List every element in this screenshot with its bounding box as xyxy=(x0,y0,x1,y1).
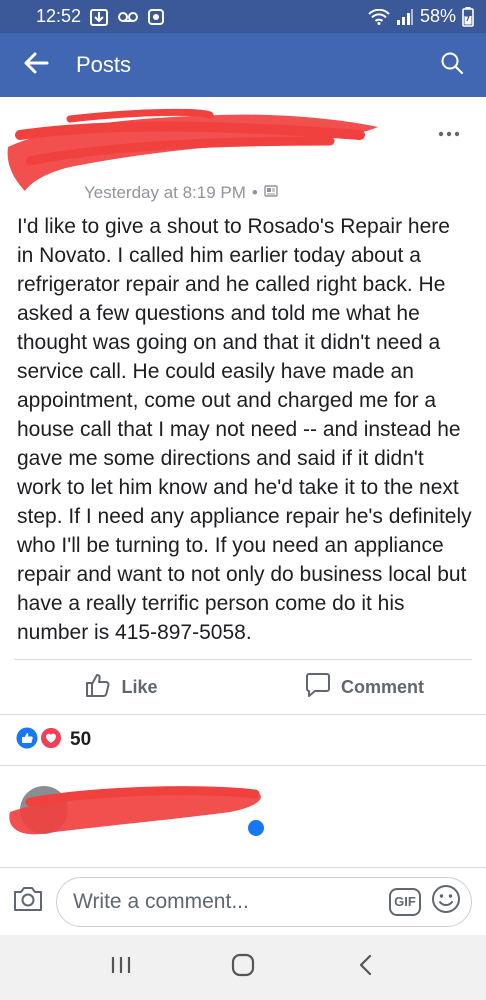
recents-button[interactable] xyxy=(91,943,151,993)
battery-icon xyxy=(462,6,474,27)
camera-button[interactable] xyxy=(0,885,56,918)
timestamp-separator: • xyxy=(251,183,258,202)
camera-icon xyxy=(12,885,44,918)
like-button[interactable]: Like xyxy=(0,672,243,703)
status-bar: 12:52 58% xyxy=(0,0,486,33)
system-nav-bar xyxy=(0,935,486,1000)
home-icon xyxy=(231,953,255,982)
notification-icon xyxy=(147,8,165,26)
back-arrow-icon xyxy=(23,52,49,79)
clock: 12:52 xyxy=(36,6,82,26)
more-options-button[interactable] xyxy=(434,115,464,145)
system-back-button[interactable] xyxy=(335,943,395,993)
love-reaction-icon xyxy=(40,726,62,754)
comment-input[interactable]: Write a comment... GIF xyxy=(56,876,472,927)
search-button[interactable] xyxy=(424,33,480,97)
post-feed[interactable]: Yesterday at 8:19 PM • I'd like to give … xyxy=(0,97,486,867)
recents-icon xyxy=(110,955,132,980)
voicemail-icon xyxy=(117,10,139,24)
redacted-author xyxy=(7,108,379,191)
back-icon xyxy=(358,954,372,981)
gif-button[interactable]: GIF xyxy=(389,887,421,916)
like-label: Like xyxy=(121,676,158,697)
like-icon xyxy=(85,672,111,703)
comment-button[interactable]: Comment xyxy=(243,672,486,703)
emoji-icon[interactable] xyxy=(431,884,461,919)
wifi-icon xyxy=(368,8,390,25)
reactions-summary[interactable]: 50 xyxy=(0,715,486,765)
back-button[interactable] xyxy=(8,33,64,97)
redacted-comment xyxy=(9,786,264,836)
comment-preview[interactable] xyxy=(0,766,486,836)
reaction-count: 50 xyxy=(70,729,92,750)
search-icon xyxy=(440,51,464,80)
post-timestamp: Yesterday at 8:19 PM • xyxy=(84,183,278,203)
timestamp-text[interactable]: Yesterday at 8:19 PM xyxy=(84,183,246,203)
more-icon xyxy=(438,117,460,143)
post-header: Yesterday at 8:19 PM • xyxy=(0,97,486,212)
battery-level: 58% xyxy=(419,6,456,26)
download-icon xyxy=(89,7,109,27)
comment-label: Comment xyxy=(340,676,424,697)
comment-input-placeholder: Write a comment... xyxy=(73,889,249,913)
page-title: Posts xyxy=(76,52,132,77)
signal-icon xyxy=(396,8,414,25)
comment-compose-bar: Write a comment... GIF xyxy=(0,867,486,935)
globe-icon xyxy=(264,183,278,203)
post-actions: Like Comment xyxy=(0,660,486,714)
home-button[interactable] xyxy=(213,943,273,993)
like-reaction-icon xyxy=(16,727,38,754)
app-bar: Posts xyxy=(0,33,486,97)
post-text: I'd like to give a shout to Rosado's Rep… xyxy=(17,215,472,644)
comment-icon xyxy=(305,672,331,703)
